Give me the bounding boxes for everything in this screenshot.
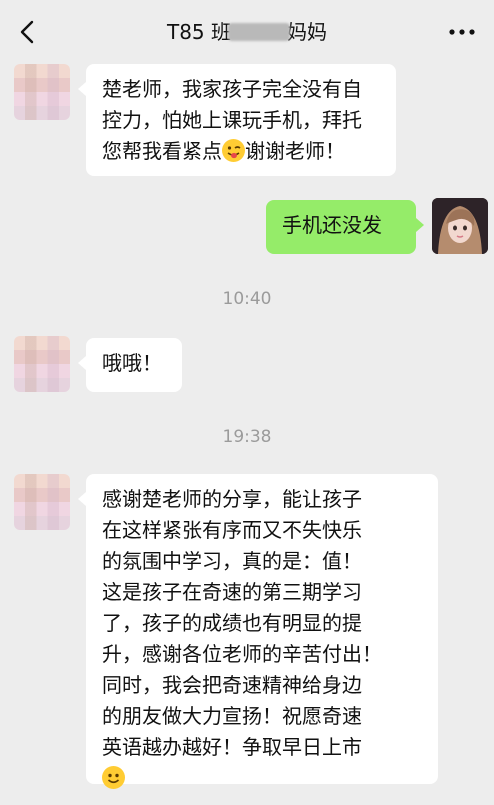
- message-bubble[interactable]: 哦哦！: [78, 338, 182, 392]
- blurred-name: [228, 23, 291, 41]
- message-text-continued: 谢谢老师！: [245, 139, 345, 163]
- my-avatar[interactable]: [432, 198, 488, 254]
- message-text: 哦哦！: [102, 351, 162, 375]
- pixelated-avatar-image: [14, 474, 70, 530]
- chat-title-suffix: 妈妈: [287, 20, 328, 44]
- pixelated-avatar-image: [14, 336, 70, 392]
- timestamp: 10:40: [222, 289, 272, 309]
- timestamp: 19:38: [222, 427, 272, 447]
- message-text: 手机还没发: [282, 213, 382, 237]
- chat-title: T85 班 妈妈: [0, 18, 494, 46]
- pixelated-avatar-image: [14, 64, 70, 120]
- message-bubble[interactable]: 楚老师，我家孩子完全没有自 控力，怕她上课玩手机，拜托 您帮我看紧点 谢谢老师！: [78, 64, 396, 176]
- top-bar: T85 班 妈妈: [0, 0, 494, 64]
- message-bubble[interactable]: 感谢楚老师的分享，能让孩子 在这样紧张有序而又不失快乐 的氛围中学习，真的是：值…: [78, 474, 438, 789]
- avatar[interactable]: [14, 336, 70, 392]
- avatar[interactable]: [14, 64, 70, 120]
- more-options-icon[interactable]: [444, 18, 480, 46]
- chat-title-prefix: T85 班: [166, 20, 232, 44]
- message-text: 感谢楚老师的分享，能让孩子 在这样紧张有序而又不失快乐 的氛围中学习，真的是：值…: [102, 487, 382, 759]
- message-bubble-sent[interactable]: 手机还没发: [266, 200, 424, 254]
- winking-tongue-emoji-icon: [222, 139, 245, 162]
- my-avatar-image: [432, 198, 488, 254]
- smile-emoji-icon: [102, 766, 125, 789]
- avatar[interactable]: [14, 474, 70, 530]
